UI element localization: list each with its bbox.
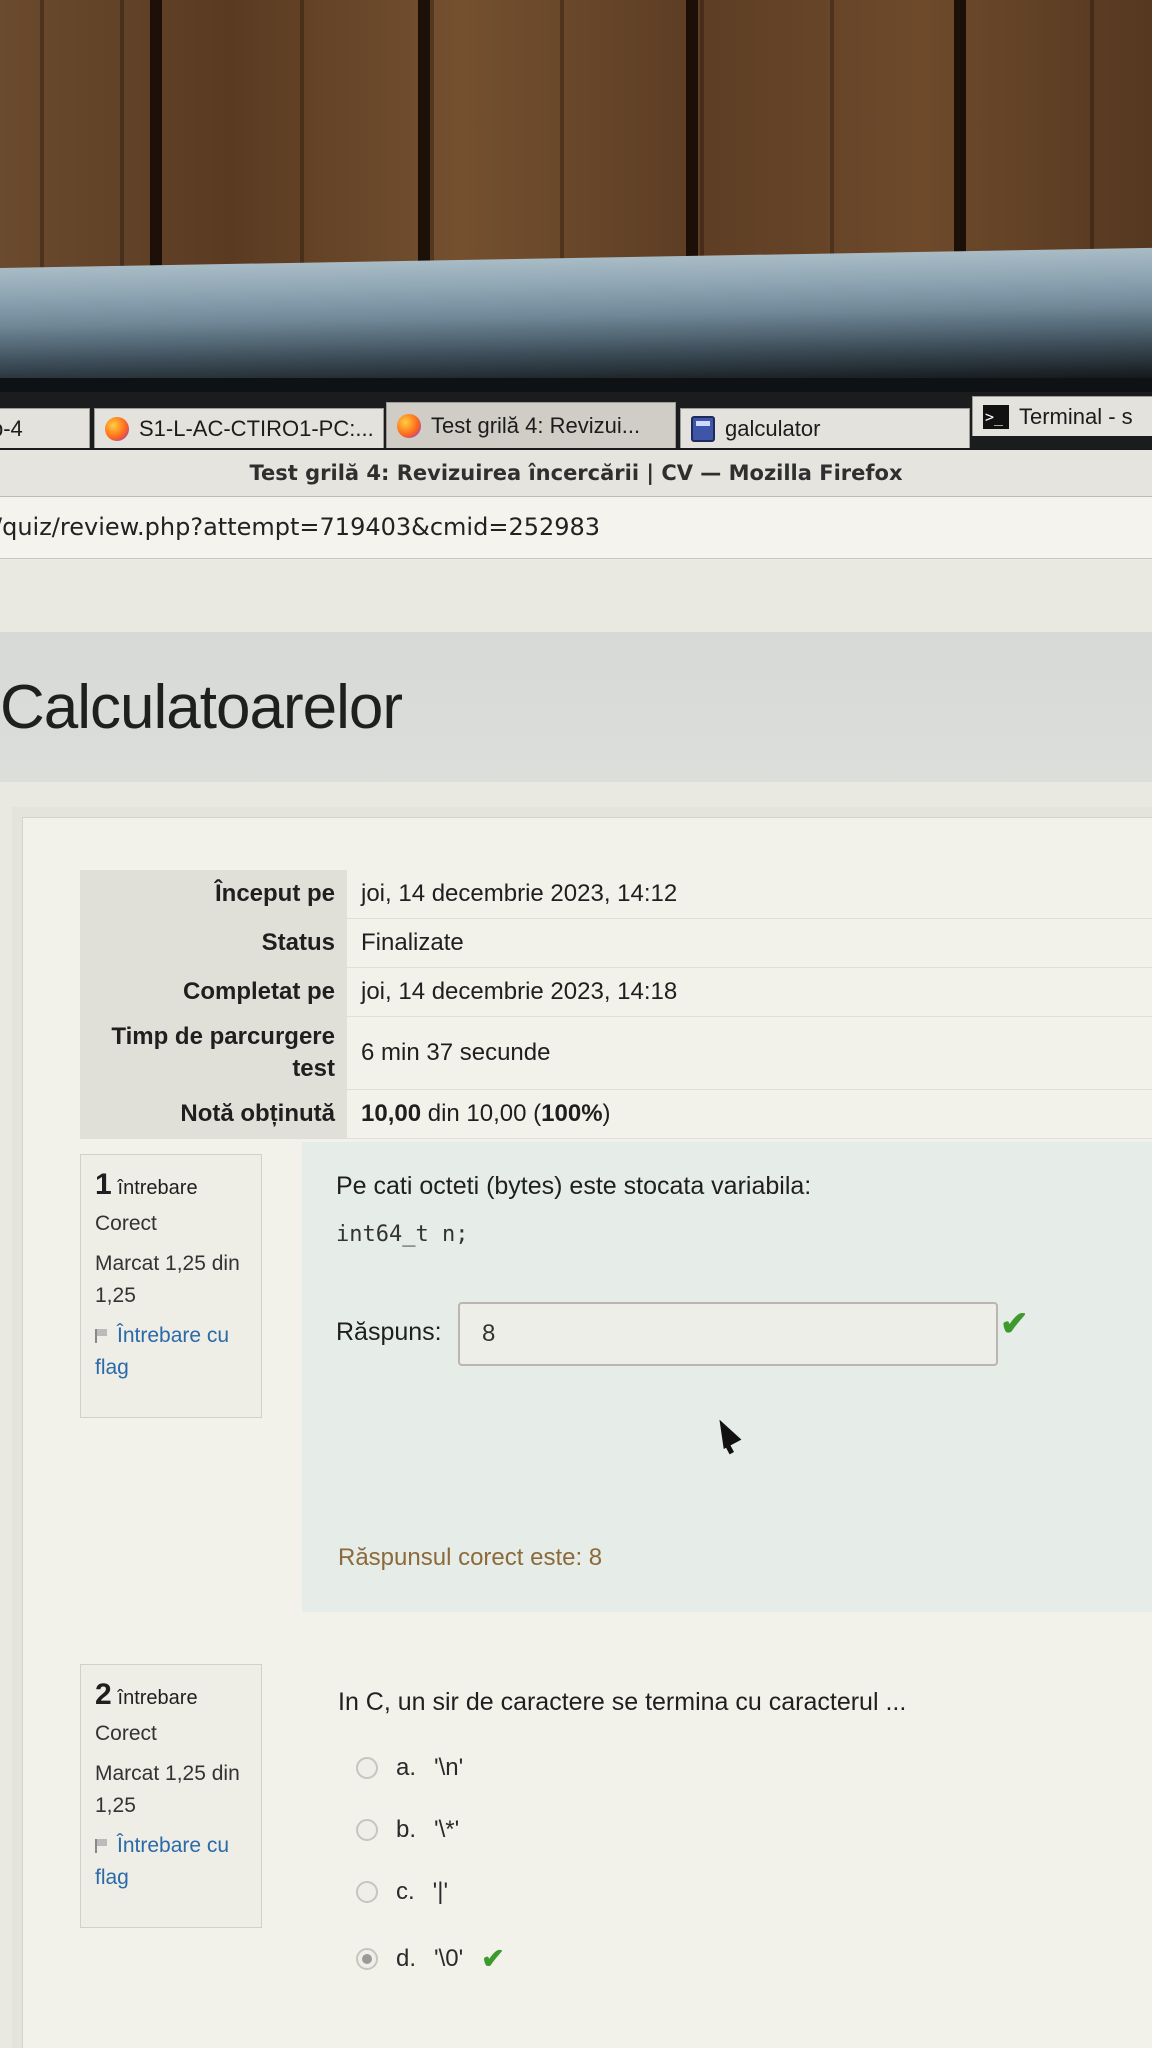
question-2-info: 2 întrebare Corect Marcat 1,25 din 1,25 …: [80, 1664, 262, 1928]
tab-label: b-4: [0, 415, 23, 441]
radio-button[interactable]: [356, 1881, 378, 1903]
taskbar: b-4 S1-L-AC-CTIRO1-PC:... Test grilă 4: …: [0, 392, 1152, 450]
grade-percent: 100%: [541, 1100, 603, 1127]
summary-label: Completat pe: [80, 967, 347, 1017]
grade-close: ): [602, 1100, 611, 1127]
summary-label: Status: [80, 918, 347, 968]
option-text: '\*': [434, 1816, 460, 1843]
address-bar[interactable]: /quiz/review.php?attempt=719403&cmid=252…: [0, 497, 1152, 559]
question-1-content: Pe cati octeti (bytes) este stocata vari…: [302, 1142, 1152, 1612]
taskbar-tab-firefox-quiz[interactable]: Test grilă 4: Revizui...: [386, 402, 676, 448]
option-text: '\0': [434, 1944, 464, 1972]
summary-value: Finalizate: [347, 918, 1152, 968]
taskbar-tab-pc-window[interactable]: S1-L-AC-CTIRO1-PC:...: [94, 408, 384, 448]
correct-answer-feedback: Răspunsul corect este: 8: [338, 1544, 603, 1571]
monitor-bezel: [0, 247, 1152, 398]
flag-icon: [95, 1329, 111, 1343]
question-label: întrebare: [117, 1177, 198, 1199]
option-letter: d.: [396, 1944, 417, 1972]
question-state: Corect: [95, 1212, 157, 1235]
calculator-icon: [691, 415, 715, 442]
summary-value-grade: 10,00 din 10,00 (100%): [347, 1089, 1152, 1139]
question-text: Pe cati octeti (bytes) este stocata vari…: [336, 1172, 812, 1200]
option-text: '\n': [434, 1754, 464, 1781]
summary-label: Timp de parcurgere test: [80, 1016, 347, 1090]
summary-row: Notă obținută 10,00 din 10,00 (100%): [80, 1089, 1152, 1139]
correct-check-icon: ✔: [481, 1943, 505, 1974]
summary-value: 6 min 37 secunde: [347, 1016, 1152, 1090]
address-bar-url: /quiz/review.php?attempt=719403&cmid=252…: [0, 513, 601, 541]
summary-value: joi, 14 decembrie 2023, 14:18: [347, 967, 1152, 1017]
grade-value: 10,00: [361, 1100, 422, 1127]
summary-label: Notă obținută: [80, 1089, 347, 1139]
option-text: '|': [432, 1878, 449, 1905]
tab-label: Terminal - s: [1019, 403, 1133, 429]
terminal-icon: >_: [983, 404, 1009, 429]
radio-button[interactable]: [356, 1819, 378, 1841]
flag-question-link[interactable]: Întrebare cu flag: [95, 1830, 247, 1894]
summary-value: joi, 14 decembrie 2023, 14:12: [347, 870, 1152, 919]
option-letter: b.: [396, 1816, 417, 1843]
taskbar-tab-b4[interactable]: b-4: [0, 408, 90, 448]
question-code: int64_t n;: [336, 1222, 469, 1247]
taskbar-tab-terminal[interactable]: >_ Terminal - s: [972, 396, 1152, 436]
summary-row: Completat pe joi, 14 decembrie 2023, 14:…: [80, 967, 1152, 1017]
tab-label: galculator: [725, 415, 821, 441]
firefox-icon: [105, 416, 129, 441]
question-1-info: 1 întrebare Corect Marcat 1,25 din 1,25 …: [80, 1154, 262, 1418]
summary-label: Început pe: [80, 870, 347, 919]
tab-label: S1-L-AC-CTIRO1-PC:...: [139, 415, 374, 441]
question-state: Corect: [95, 1722, 157, 1745]
attempt-summary-table: Început pe joi, 14 decembrie 2023, 14:12…: [80, 870, 1152, 1139]
taskbar-tab-galculator[interactable]: galculator: [680, 408, 970, 448]
correct-check-icon: ✔: [1000, 1305, 1029, 1343]
question-label: întrebare: [117, 1687, 198, 1709]
page-title: Calculatoarelor: [0, 673, 403, 742]
question-2-text: In C, un sir de caractere se termina cu …: [338, 1688, 907, 1716]
firefox-icon: [397, 413, 421, 438]
flag-label: Întrebare cu flag: [95, 1834, 230, 1889]
screen: b-4 S1-L-AC-CTIRO1-PC:... Test grilă 4: …: [0, 392, 1152, 2048]
answer-label: Răspuns:: [336, 1318, 442, 1346]
summary-row: Status Finalizate: [80, 918, 1152, 968]
answer-option-d[interactable]: d. '\0' ✔: [356, 1942, 505, 1975]
tab-label: Test grilă 4: Revizui...: [431, 412, 641, 438]
option-letter: a.: [396, 1754, 417, 1781]
radio-button-selected[interactable]: [356, 1947, 378, 1970]
answer-option-a[interactable]: a. '\n': [356, 1754, 463, 1782]
option-letter: c.: [396, 1878, 415, 1905]
answer-option-c[interactable]: c. '|': [356, 1878, 448, 1906]
question-mark: Marcat 1,25 din 1,25: [95, 1762, 240, 1817]
answer-input[interactable]: 8: [458, 1302, 998, 1366]
grade-out-of: din 10,00 (: [421, 1100, 542, 1127]
flag-icon: [95, 1839, 111, 1853]
page-header: Calculatoarelor: [0, 632, 1152, 782]
window-title: Test grilă 4: Revizuirea încercării | CV…: [0, 450, 1152, 497]
answer-option-b[interactable]: b. '\*': [356, 1816, 459, 1844]
question-number: 2: [95, 1678, 112, 1711]
flag-label: Întrebare cu flag: [95, 1324, 230, 1379]
flag-question-link[interactable]: Întrebare cu flag: [95, 1320, 247, 1384]
summary-row: Început pe joi, 14 decembrie 2023, 14:12: [80, 870, 1152, 919]
summary-row: Timp de parcurgere test 6 min 37 secunde: [80, 1016, 1152, 1090]
radio-button[interactable]: [356, 1757, 378, 1779]
question-number: 1: [95, 1168, 112, 1201]
question-mark: Marcat 1,25 din 1,25: [95, 1252, 240, 1307]
